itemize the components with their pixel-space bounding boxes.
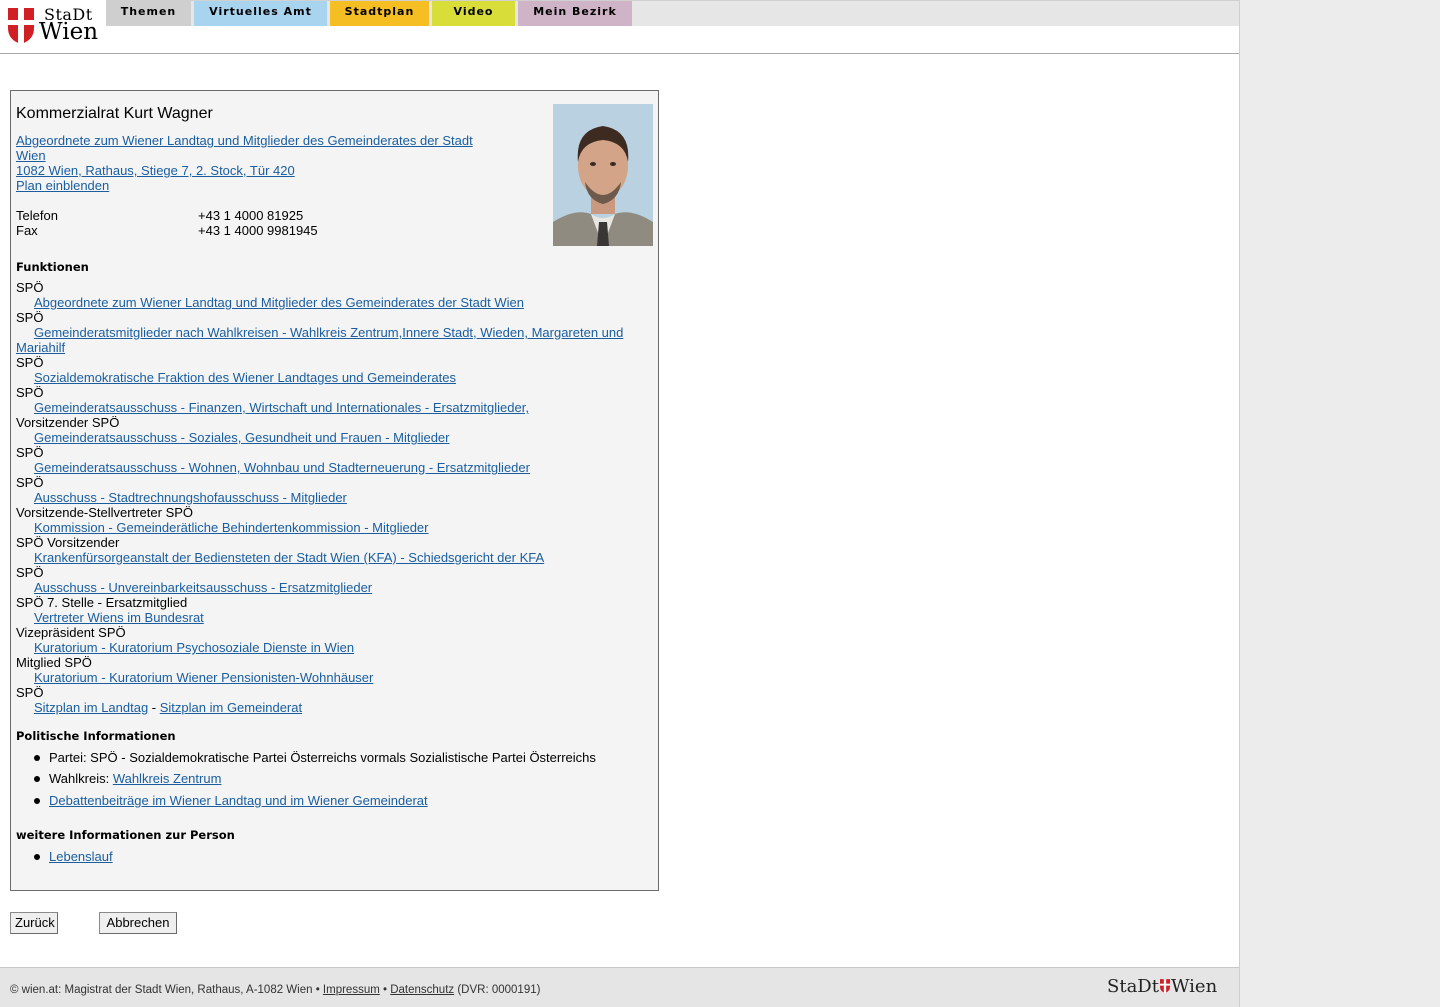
nav-tab-stadtplan[interactable]: Stadtplan (330, 1, 429, 26)
page: StaDt Wien Themen Virtuelles Amt Stadtpl… (0, 0, 1240, 1007)
nav-tab-virtuelles-amt[interactable]: Virtuelles Amt (194, 1, 327, 26)
party-info: Partei: SPÖ - Sozialdemokratische Partei… (33, 750, 596, 765)
function-role: SPÖ 7. Stelle - Ersatzmitglied (16, 595, 188, 610)
lebenslauf-item: Lebenslauf (33, 849, 113, 864)
person-detail-card: Kommerzialrat Kurt Wagner Abgeordnete zu… (10, 90, 659, 891)
function-role: SPÖ (16, 445, 44, 460)
vienna-shield-icon (1159, 979, 1170, 993)
function-role: SPÖ (16, 280, 44, 295)
function-link[interactable]: Kuratorium - Kuratorium Wiener Pensionis… (34, 670, 373, 685)
function-link[interactable]: Kuratorium - Kuratorium Psychosoziale Di… (34, 640, 354, 655)
function-link[interactable]: Gemeinderatsausschuss - Soziales, Gesund… (34, 430, 450, 445)
sitzplan-gemeinderat-link[interactable]: Sitzplan im Gemeinderat (160, 700, 302, 715)
impressum-link[interactable]: Impressum (323, 984, 380, 996)
function-role: SPÖ Vorsitzender (16, 535, 120, 550)
org-link[interactable]: Abgeordnete zum Wiener Landtag und Mitgl… (16, 133, 473, 163)
function-link[interactable]: Abgeordnete zum Wiener Landtag und Mitgl… (34, 295, 524, 310)
vienna-shield-icon (8, 8, 34, 44)
logo-text-wien: Wien (39, 19, 99, 45)
fax-value: +43 1 4000 9981945 (198, 223, 318, 238)
phone-value: +43 1 4000 81925 (198, 208, 304, 223)
sitzplan-landtag-link[interactable]: Sitzplan im Landtag (34, 700, 148, 715)
debatten-link[interactable]: Debattenbeiträge im Wiener Landtag und i… (49, 793, 428, 808)
function-role: Vorsitzende-Stellvertreter SPÖ (16, 505, 194, 520)
function-link[interactable]: Kommission - Gemeinderätliche Behinderte… (34, 520, 429, 535)
sitzplan-separator: - (148, 700, 160, 715)
more-info-list: Lebenslauf (33, 849, 113, 864)
function-link[interactable]: Sozialdemokratische Fraktion des Wiener … (34, 370, 456, 385)
header-divider (0, 53, 1239, 54)
wahlkreis-link[interactable]: Wahlkreis Zentrum (113, 771, 222, 786)
function-link[interactable]: Gemeinderatsausschuss - Wohnen, Wohnbau … (34, 460, 530, 475)
main-navigation: Themen Virtuelles Amt Stadtplan Video Me… (106, 0, 1239, 26)
datenschutz-link[interactable]: Datenschutz (390, 984, 454, 996)
back-button[interactable]: Zurück (10, 912, 58, 934)
function-link[interactable]: Vertreter Wiens im Bundesrat (34, 610, 204, 625)
footer-logo[interactable]: StaDt Wien (1107, 976, 1217, 997)
function-link[interactable]: Gemeinderatsmitglieder nach Wahlkreisen … (16, 325, 623, 355)
fax-label: Fax (16, 223, 38, 238)
functions-list: SPÖ Abgeordnete zum Wiener Landtag und M… (16, 280, 636, 715)
footer: © wien.at: Magistrat der Stadt Wien, Rat… (0, 967, 1239, 1007)
function-role: Mitglied SPÖ (16, 655, 92, 670)
wahlkreis-info: Wahlkreis: Wahlkreis Zentrum (33, 771, 596, 786)
person-name: Kommerzialrat Kurt Wagner (16, 105, 213, 122)
function-link[interactable]: Gemeinderatsausschuss - Finanzen, Wirtsc… (34, 400, 529, 415)
plan-einblenden-link[interactable]: Plan einblenden (16, 178, 109, 193)
lebenslauf-link[interactable]: Lebenslauf (49, 849, 113, 864)
function-role: Vizepräsident SPÖ (16, 625, 126, 640)
function-link[interactable]: Ausschuss - Unvereinbarkeitsausschuss - … (34, 580, 372, 595)
function-role: SPÖ (16, 685, 44, 700)
nav-tab-video[interactable]: Video (432, 1, 515, 26)
cancel-button[interactable]: Abbrechen (99, 912, 177, 934)
function-role: Vorsitzender SPÖ (16, 415, 120, 430)
footer-text: © wien.at: Magistrat der Stadt Wien, Rat… (10, 984, 541, 996)
function-role: SPÖ (16, 385, 44, 400)
nav-tab-themen[interactable]: Themen (106, 1, 191, 26)
debatten-item: Debattenbeiträge im Wiener Landtag und i… (33, 793, 596, 808)
functions-heading: Funktionen (16, 260, 89, 274)
nav-tab-mein-bezirk[interactable]: Mein Bezirk (518, 1, 632, 26)
political-info-heading: Politische Informationen (16, 729, 176, 743)
address-link[interactable]: 1082 Wien, Rathaus, Stiege 7, 2. Stock, … (16, 163, 295, 178)
function-role: SPÖ (16, 355, 44, 370)
function-role: SPÖ (16, 475, 44, 490)
function-role: SPÖ (16, 310, 44, 325)
function-link[interactable]: Krankenfürsorgeanstalt der Bediensteten … (34, 550, 544, 565)
political-info-list: Partei: SPÖ - Sozialdemokratische Partei… (33, 750, 596, 808)
function-role: SPÖ (16, 565, 44, 580)
phone-label: Telefon (16, 208, 58, 223)
more-info-heading: weitere Informationen zur Person (16, 828, 235, 842)
function-link[interactable]: Ausschuss - Stadtrechnungshofausschuss -… (34, 490, 347, 505)
person-portrait (553, 104, 653, 246)
stadt-wien-logo[interactable]: StaDt Wien (6, 5, 102, 45)
person-contact: Abgeordnete zum Wiener Landtag und Mitgl… (16, 133, 536, 238)
